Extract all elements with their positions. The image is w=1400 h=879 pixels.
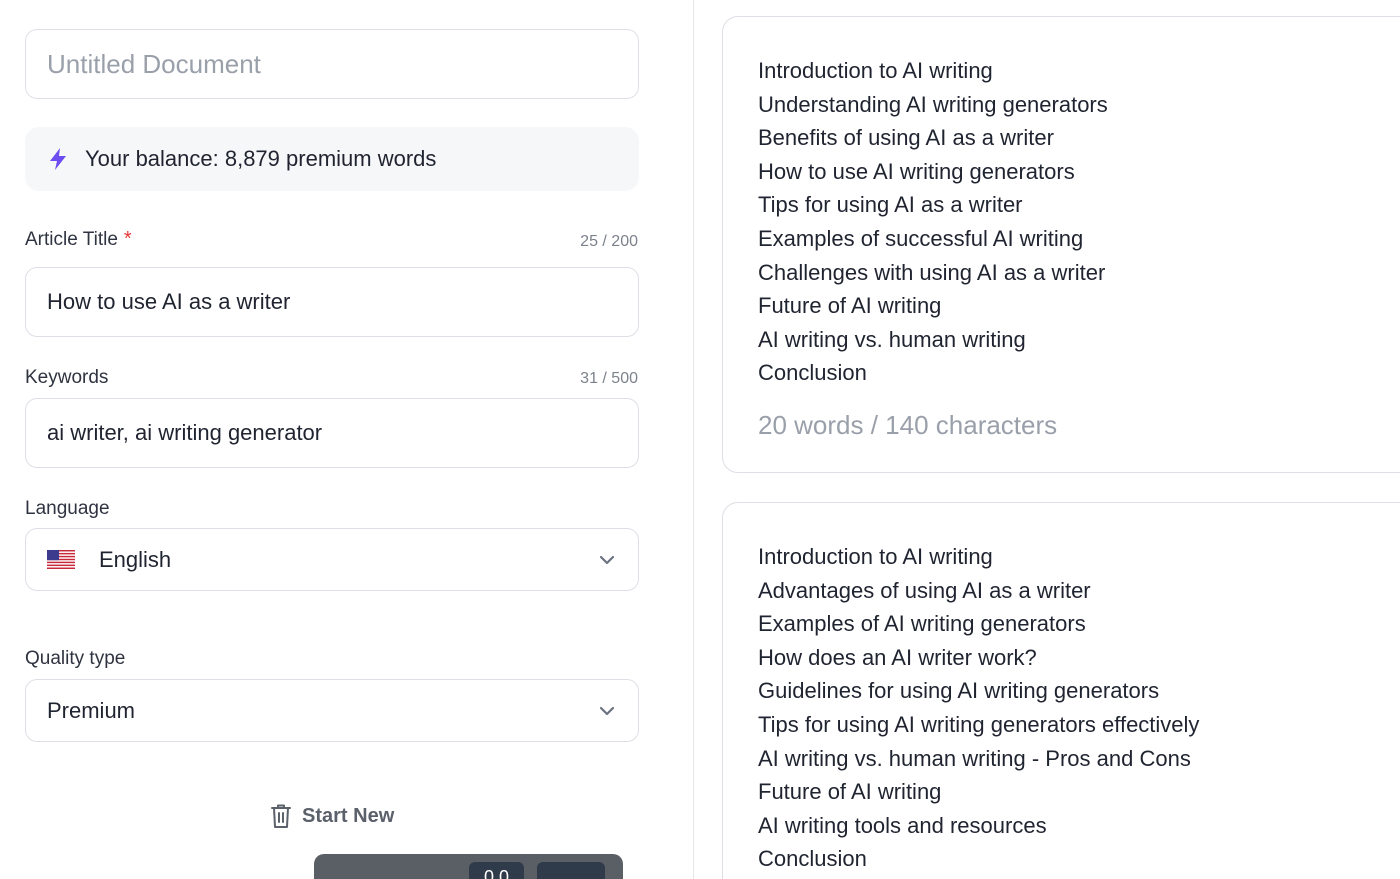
lightning-icon xyxy=(50,148,66,170)
outline-item: Examples of successful AI writing xyxy=(758,225,1084,251)
outline-item: How does an AI writer work? xyxy=(758,644,1037,670)
article-title-input[interactable] xyxy=(25,267,639,337)
outline-card-2[interactable]: Introduction to AI writing Advantages of… xyxy=(722,502,1400,879)
quality-selected-value: Premium xyxy=(47,697,136,723)
keywords-char-count: 31 / 500 xyxy=(580,370,638,387)
outline-card-1[interactable]: Introduction to AI writing Understanding… xyxy=(722,16,1400,473)
keywords-input[interactable] xyxy=(25,398,639,468)
language-label: Language xyxy=(25,498,110,519)
outline-item: Future of AI writing xyxy=(758,293,942,319)
outline-item: Understanding AI writing generators xyxy=(758,91,1108,117)
balance-banner: Your balance: 8,879 premium words xyxy=(25,127,639,191)
bottom-bar-button[interactable] xyxy=(537,862,605,879)
us-flag-icon xyxy=(47,550,75,569)
outline-list: Introduction to AI writing Understanding… xyxy=(758,54,1400,390)
outline-item: Advantages of using AI as a writer xyxy=(758,577,1091,603)
outline-item: Examples of AI writing generators xyxy=(758,611,1086,637)
outline-item: Tips for using AI as a writer xyxy=(758,192,1023,218)
document-title-input[interactable] xyxy=(25,29,639,99)
trash-icon xyxy=(271,804,291,828)
article-title-label: Article Title * xyxy=(25,228,132,251)
chevron-down-icon xyxy=(599,706,615,715)
outline-item: AI writing vs. human writing xyxy=(758,326,1026,352)
outline-item: Introduction to AI writing xyxy=(758,58,993,83)
article-title-label-text: Article Title xyxy=(25,229,118,250)
outline-item: Guidelines for using AI writing generato… xyxy=(758,678,1160,704)
outline-item: Conclusion xyxy=(758,846,867,872)
outline-item: Introduction to AI writing xyxy=(758,544,993,569)
required-indicator: * xyxy=(123,228,132,250)
outline-item: Future of AI writing xyxy=(758,779,942,805)
outline-word-count: 20 words / 140 characters xyxy=(758,409,1058,440)
language-select[interactable]: English xyxy=(25,528,639,591)
quality-type-select[interactable]: Premium xyxy=(25,679,639,742)
quality-type-label: Quality type xyxy=(25,648,126,669)
outline-item: How to use AI writing generators xyxy=(758,158,1075,184)
article-title-char-count: 25 / 200 xyxy=(580,233,638,250)
keywords-label: Keywords xyxy=(25,367,109,388)
chevron-down-icon xyxy=(599,555,615,564)
language-selected-value: English xyxy=(99,546,172,572)
bottom-action-bar: 0.0 xyxy=(314,854,623,879)
balance-text: Your balance: 8,879 premium words xyxy=(85,146,437,171)
outline-item: Benefits of using AI as a writer xyxy=(758,125,1054,151)
outline-item: AI writing tools and resources xyxy=(758,812,1047,838)
start-new-button[interactable]: Start New xyxy=(270,800,394,832)
outline-item: AI writing vs. human writing - Pros and … xyxy=(758,745,1191,771)
outline-item: Tips for using AI writing generators eff… xyxy=(758,711,1200,737)
outline-item: Challenges with using AI as a writer xyxy=(758,259,1106,285)
outline-list: Introduction to AI writing Advantages of… xyxy=(758,540,1400,876)
start-new-label: Start New xyxy=(302,804,395,827)
bottom-bar-pill[interactable]: 0.0 xyxy=(469,862,524,879)
settings-panel: Your balance: 8,879 premium words Articl… xyxy=(0,0,694,879)
outline-item: Conclusion xyxy=(758,360,867,386)
